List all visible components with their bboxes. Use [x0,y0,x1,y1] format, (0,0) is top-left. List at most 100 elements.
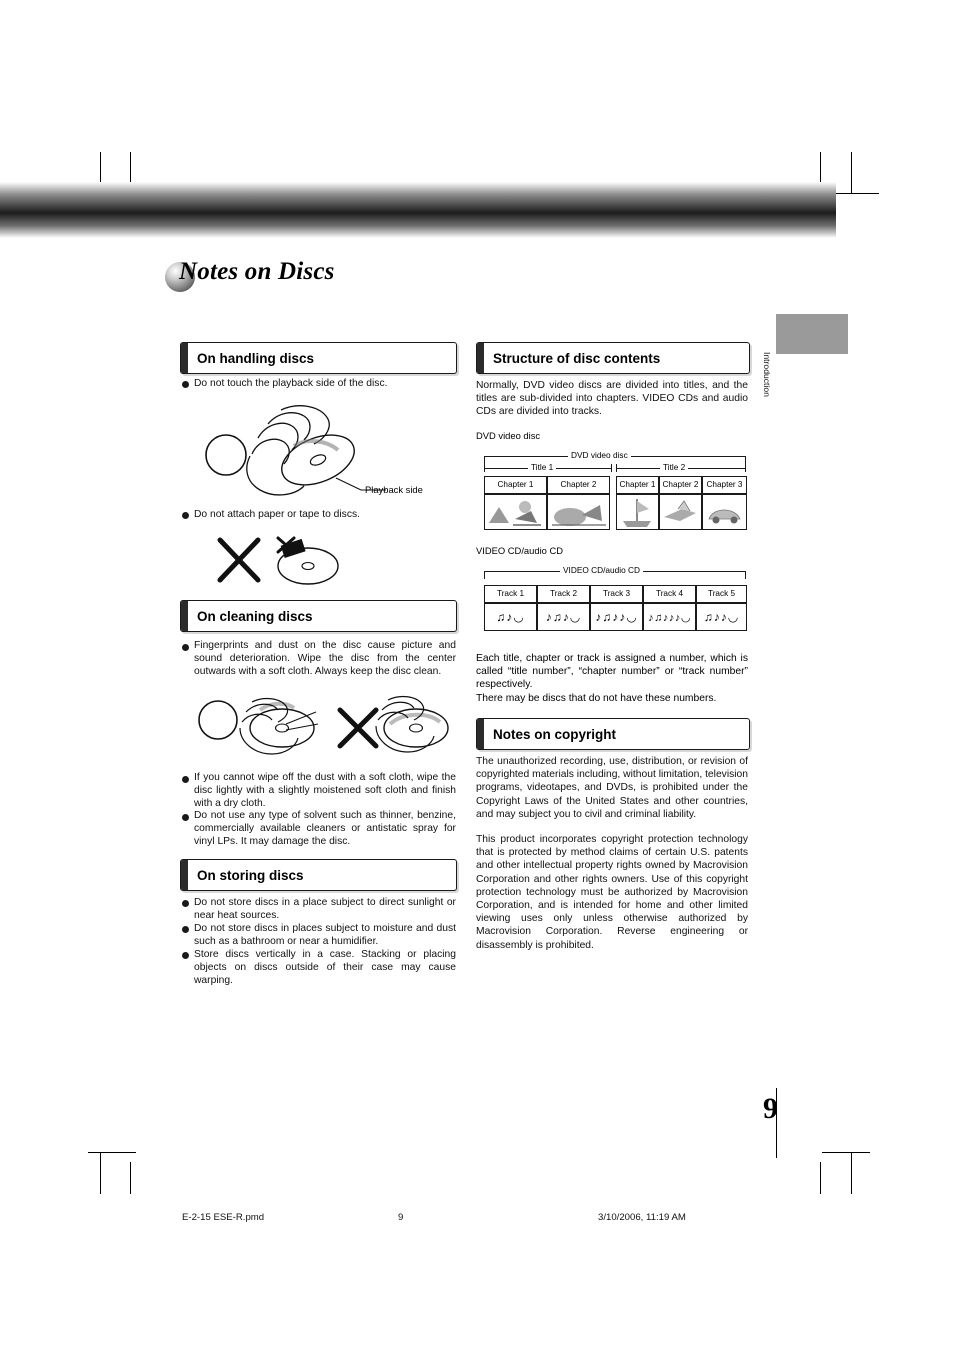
vcd-track-cell: Track 2 [537,585,590,603]
dvd-caption: DVD video disc [476,430,541,441]
vcd-note-thumbnail: ♫♪♪◡ [696,603,747,631]
dvd-thumbnail [547,494,610,530]
section-accent-bar [477,343,484,373]
bullet-dot [182,952,189,959]
vcd-track-cell: Track 5 [696,585,747,603]
figure-label-playback-side: Playback side [365,484,423,495]
title1-tick [484,464,485,472]
section-title-handling: On handling discs [197,350,315,366]
dvd-chapter-cell: Chapter 2 [659,476,702,494]
header-gradient-band [0,182,836,238]
dvd-chapter-label: Chapter 3 [706,480,743,489]
page-number-rule [776,1088,777,1158]
vcd-track-label: Track 2 [550,589,577,598]
dvd-thumbnail [484,494,547,530]
title2-tick [616,464,617,472]
vcd-note-glyphs: ♪♫♪◡ [545,610,582,624]
bullet-dot [182,814,189,821]
section-header-structure: Structure of disc contents [476,342,750,374]
vcd-note-glyphs: ♪♫♪♪◡ [595,610,638,624]
section-accent-bar [181,343,188,373]
title2-tick [745,464,746,472]
vcd-note-thumbnail: ♪♫♪♪◡ [590,603,643,631]
vcd-track-cell: Track 1 [484,585,537,603]
section-accent-bar [181,860,188,890]
crop-mark [851,152,852,194]
section-accent-bar [181,601,188,631]
section-header-cleaning: On cleaning discs [180,600,457,632]
dvd-title-2-label: Title 2 [660,462,689,472]
dvd-span-tick [484,456,485,464]
section-title-storing: On storing discs [197,867,304,883]
storing-bullet-2: Do not store discs in places subject to … [194,923,456,948]
vcd-track-cell: Track 3 [590,585,643,603]
dvd-chapter-cell: Chapter 1 [616,476,659,494]
section-title-copyright: Notes on copyright [493,726,617,742]
dvd-thumbnail [616,494,659,530]
bullet-dot [182,512,189,519]
vcd-track-cell: Track 4 [643,585,696,603]
bullet-dot [182,644,189,651]
vcd-diagram-top-label: VIDEO CD/audio CD [560,565,644,575]
manual-page: Notes on Discs Introduction On handling … [0,0,954,1348]
dvd-title-1-label: Title 1 [528,462,557,472]
copyright-paragraph-2: This product incorporates copyright prot… [476,834,748,951]
dvd-chapter-cell: Chapter 3 [702,476,747,494]
dvd-chapter-label: Chapter 1 [497,480,534,489]
section-title-structure: Structure of disc contents [493,350,661,366]
section-header-copyright: Notes on copyright [476,718,750,750]
dvd-thumbnail [659,494,702,530]
figure-cleaning-disc [198,695,449,755]
bullet-dot [182,776,189,783]
dvd-structure-diagram: DVD video disc Title 1 Title 2 Chapter 1… [484,450,747,546]
title1-tick [611,464,612,472]
structure-intro-text: Normally, DVD video discs are divided in… [476,380,748,418]
section-title-cleaning: On cleaning discs [197,608,313,624]
vcd-note-thumbnail: ♪♫♪◡ [537,603,590,631]
cleaning-bullet-3: Do not use any type of solvent such as t… [194,810,456,848]
vcd-track-label: Track 4 [656,589,683,598]
side-tab-block [776,314,848,354]
figure-no-paper-tape [217,536,339,585]
handling-bullet-2: Do not attach paper or tape to discs. [194,509,360,520]
cleaning-bullet-1: Fingerprints and dust on the disc cause … [194,640,456,678]
vcd-note-thumbnail: ♫♪◡ [484,603,537,631]
vcd-caption: VIDEO CD/audio CD [476,545,564,556]
vcd-track-label: Track 1 [497,589,524,598]
footer-page: 9 [398,1212,404,1223]
section-accent-bar [477,719,484,749]
vcd-structure-diagram: VIDEO CD/audio CD Track 1 Track 2 Track … [484,565,747,643]
handling-bullet-1: Do not touch the playback side of the di… [194,378,388,389]
footer-filename: E-2-15 ESE-R.pmd [182,1212,265,1223]
dvd-thumbnail [702,494,747,530]
dvd-chapter-label: Chapter 2 [560,480,597,489]
page-title: Notes on Discs [165,258,585,300]
vcd-note-glyphs: ♪♫♪♪♪◡ [648,611,691,624]
crop-mark [822,1152,870,1153]
section-header-storing: On storing discs [180,859,457,891]
bullet-dot [182,926,189,933]
page-title-text: Notes on Discs [179,258,335,285]
storing-bullet-3: Store discs vertically in a case. Stacki… [194,949,456,987]
crop-mark [100,1152,101,1194]
vcd-note-thumbnail: ♪♫♪♪♪◡ [643,603,696,631]
dvd-chapter-label: Chapter 2 [662,480,699,489]
vcd-note-glyphs: ♫♪♪◡ [703,610,740,624]
dvd-span-tick [745,456,746,464]
vcd-track-label: Track 5 [708,589,735,598]
dvd-diagram-top-label: DVD video disc [568,450,631,460]
dvd-chapter-cell: Chapter 1 [484,476,547,494]
cleaning-bullet-2: If you cannot wipe off the dust with a s… [194,772,456,810]
dvd-chapter-cell: Chapter 2 [547,476,610,494]
vcd-track-label: Track 3 [603,589,630,598]
side-tab-label: Introduction [762,352,772,397]
bullet-dot [182,900,189,907]
crop-mark [851,1152,852,1194]
footer-timestamp: 3/10/2006, 11:19 AM [598,1212,686,1223]
structure-closing-text: Each title, chapter or track is assigned… [476,653,748,704]
vcd-span-tick [745,571,746,579]
bullet-dot [182,381,189,388]
crop-mark [130,1162,131,1194]
crop-mark [88,1152,136,1153]
copyright-paragraph-1: The unauthorized recording, use, distrib… [476,756,748,820]
